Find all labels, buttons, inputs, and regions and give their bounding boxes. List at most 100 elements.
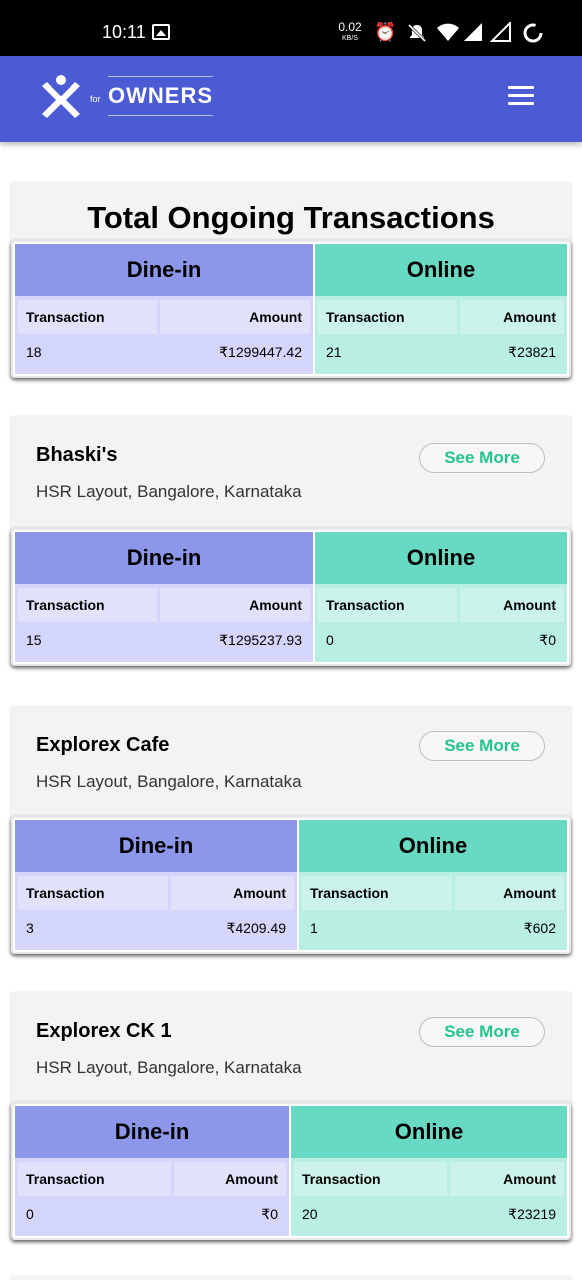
table-row: 1 ₹602 (302, 910, 564, 946)
online-column-headers: Transaction Amount (318, 300, 564, 334)
page-title: Total Ongoing Transactions (87, 200, 495, 235)
online-section: Online Transaction Amount 1 ₹602 (299, 820, 567, 950)
dine-in-body: Transaction Amount 15 ₹1295237.93 (15, 584, 313, 662)
dine-in-column-headers: Transaction Amount (18, 1162, 286, 1196)
amount-column-header: Amount (174, 1162, 286, 1196)
mute-icon (406, 22, 428, 48)
transaction-column-header: Transaction (18, 588, 157, 622)
online-header: Online (315, 532, 567, 584)
dine-in-section: Dine-in Transaction Amount 0 ₹0 (15, 1106, 289, 1236)
amount-column-header: Amount (460, 300, 564, 334)
transaction-count: 18 (26, 344, 42, 360)
amount-value: ₹23821 (508, 344, 556, 360)
amount-value: ₹602 (523, 920, 556, 936)
dine-in-body: Transaction Amount 18 ₹1299447.42 (15, 296, 313, 374)
restaurant-card: Explorex Cafe HSR Layout, Bangalore, Kar… (11, 706, 571, 954)
dine-in-section: Dine-in Transaction Amount 18 ₹1299447.4… (15, 244, 313, 374)
transaction-column-header: Transaction (318, 588, 457, 622)
table-row: 0 ₹0 (18, 1196, 286, 1232)
restaurant-card: Explorex CK 1 HSR Layout, Bangalore, Kar… (11, 992, 571, 1240)
amount-column-header: Amount (450, 1162, 564, 1196)
transaction-column-header: Transaction (18, 1162, 171, 1196)
amount-value: ₹1299447.42 (219, 344, 302, 360)
status-bar: 10:11 0.02 KB/S ⏰ (0, 0, 582, 56)
dine-in-body: Transaction Amount 3 ₹4209.49 (15, 872, 297, 950)
dine-in-section: Dine-in Transaction Amount 3 ₹4209.49 (15, 820, 297, 950)
transaction-column-header: Transaction (18, 876, 168, 910)
transaction-column-header: Transaction (18, 300, 157, 334)
network-speed: 0.02 KB/S (336, 20, 364, 44)
online-header: Online (299, 820, 567, 872)
table-row: 20 ₹23219 (294, 1196, 564, 1232)
network-speed-unit: KB/S (342, 35, 358, 42)
transaction-column-header: Transaction (302, 876, 452, 910)
transaction-count: 21 (326, 344, 342, 360)
dine-in-header: Dine-in (15, 532, 313, 584)
restaurant-transactions-table: Dine-in Transaction Amount 15 ₹1295237.9… (11, 528, 571, 666)
amount-column-header: Amount (460, 588, 564, 622)
amount-column-header: Amount (160, 588, 310, 622)
table-row: 18 ₹1299447.42 (18, 334, 310, 370)
total-transactions-card: Total Ongoing Transactions Dine-in Trans… (11, 182, 571, 378)
battery-icon (522, 22, 544, 48)
app-bar: for OWNERS (0, 56, 582, 142)
dine-in-column-headers: Transaction Amount (18, 300, 310, 334)
restaurant-card-partial (11, 1276, 571, 1280)
transaction-count: 0 (326, 632, 334, 648)
restaurant-address: HSR Layout, Bangalore, Karnataka (36, 772, 302, 791)
logo-for-text: for (90, 94, 101, 104)
online-column-headers: Transaction Amount (318, 588, 564, 622)
restaurant-address: HSR Layout, Bangalore, Karnataka (36, 1058, 302, 1077)
restaurant-name: Bhaski's (36, 444, 118, 466)
hamburger-menu-icon[interactable] (508, 86, 534, 108)
amount-column-header: Amount (455, 876, 564, 910)
amount-value: ₹1295237.93 (219, 632, 302, 648)
online-header: Online (315, 244, 567, 296)
see-more-button[interactable]: See More (419, 443, 545, 473)
table-row: 15 ₹1295237.93 (18, 622, 310, 658)
transaction-count: 1 (310, 920, 318, 936)
restaurant-card: Bhaski's HSR Layout, Bangalore, Karnatak… (11, 416, 571, 666)
amount-column-header: Amount (160, 300, 310, 334)
online-column-headers: Transaction Amount (302, 876, 564, 910)
amount-value: ₹0 (539, 632, 556, 648)
network-speed-value: 0.02 (338, 20, 362, 34)
dine-in-header: Dine-in (15, 1106, 289, 1158)
dine-in-body: Transaction Amount 0 ₹0 (15, 1158, 289, 1236)
online-body: Transaction Amount 1 ₹602 (299, 872, 567, 950)
dine-in-column-headers: Transaction Amount (18, 876, 294, 910)
restaurant-transactions-table: Dine-in Transaction Amount 0 ₹0 Online T… (11, 1102, 571, 1240)
table-row: 21 ₹23821 (318, 334, 564, 370)
table-row: 0 ₹0 (318, 622, 564, 658)
see-more-button[interactable]: See More (419, 1017, 545, 1047)
see-more-button[interactable]: See More (419, 731, 545, 761)
brand-logo-icon: for (38, 74, 101, 120)
wifi-icon (436, 22, 460, 46)
transaction-column-header: Transaction (294, 1162, 447, 1196)
gallery-icon (152, 24, 170, 40)
amount-value: ₹0 (261, 1206, 278, 1222)
online-column-headers: Transaction Amount (294, 1162, 564, 1196)
amount-value: ₹4209.49 (226, 920, 286, 936)
transaction-count: 3 (26, 920, 34, 936)
transaction-count: 0 (26, 1206, 34, 1222)
restaurant-address: HSR Layout, Bangalore, Karnataka (36, 482, 302, 501)
transaction-count: 15 (26, 632, 42, 648)
dine-in-header: Dine-in (15, 244, 313, 296)
amount-value: ₹23219 (508, 1206, 556, 1222)
dine-in-column-headers: Transaction Amount (18, 588, 310, 622)
restaurant-name: Explorex Cafe (36, 734, 170, 756)
signal-icon (462, 22, 484, 46)
online-section: Online Transaction Amount 21 ₹23821 (315, 244, 567, 374)
total-transactions-table: Dine-in Transaction Amount 18 ₹1299447.4… (11, 240, 571, 378)
signal-roaming-icon (489, 20, 512, 46)
status-time: 10:11 (102, 22, 146, 42)
amount-column-header: Amount (171, 876, 294, 910)
online-body: Transaction Amount 21 ₹23821 (315, 296, 567, 374)
transaction-count: 20 (302, 1206, 318, 1222)
online-body: Transaction Amount 0 ₹0 (315, 584, 567, 662)
dine-in-section: Dine-in Transaction Amount 15 ₹1295237.9… (15, 532, 313, 662)
online-header: Online (291, 1106, 567, 1158)
restaurant-transactions-table: Dine-in Transaction Amount 3 ₹4209.49 On… (11, 816, 571, 954)
dine-in-header: Dine-in (15, 820, 297, 872)
